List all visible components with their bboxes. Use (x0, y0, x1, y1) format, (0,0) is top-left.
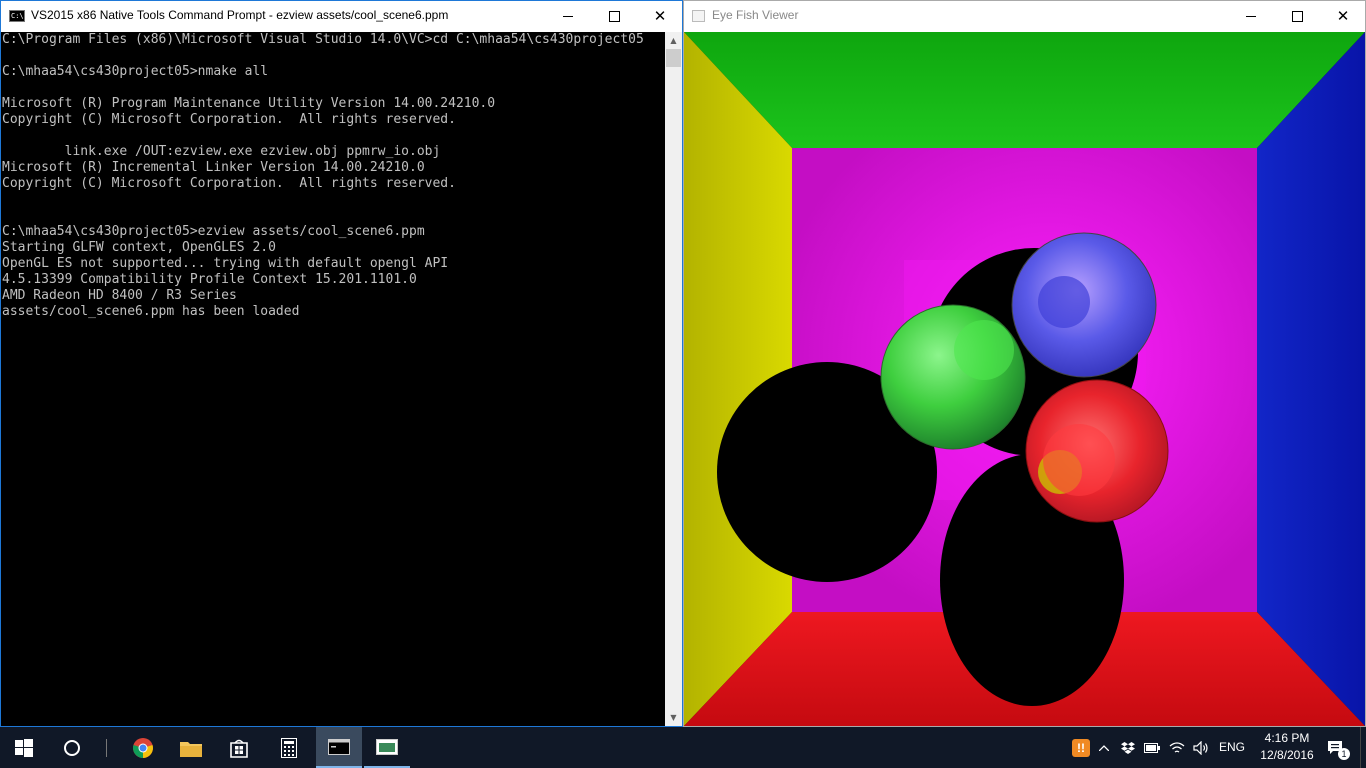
console-line: Microsoft (R) Program Maintenance Utilit… (2, 96, 496, 111)
cmd-minimize-button[interactable] (545, 1, 591, 32)
taskbar-app-eye-fish-viewer[interactable] (364, 727, 410, 768)
notification-count-badge: 1 (1338, 748, 1350, 760)
console-line: AMD Radeon HD 8400 / R3 Series (2, 288, 237, 303)
viewer-maximize-button[interactable] (1274, 1, 1320, 32)
windows-logo-icon (15, 738, 33, 757)
console-line: Microsoft (R) Incremental Linker Version… (2, 160, 425, 175)
close-icon: ✕ (1336, 7, 1350, 25)
red-sphere-highlight (1043, 424, 1115, 496)
cmd-window-title: VS2015 x86 Native Tools Command Prompt -… (31, 8, 449, 22)
command-prompt-window[interactable]: C:\ VS2015 x86 Native Tools Command Prom… (0, 0, 683, 727)
warning-badge-icon: !! (1072, 738, 1090, 757)
console-line: Copyright (C) Microsoft Corporation. All… (2, 176, 456, 191)
cmd-close-button[interactable]: ✕ (637, 1, 683, 32)
folder-icon (180, 741, 202, 757)
cortana-circle-icon (64, 739, 80, 756)
speaker-icon (1193, 740, 1208, 755)
scroll-up-arrow-icon[interactable]: ▲ (665, 32, 682, 49)
console-line: Starting GLFW context, OpenGLES 2.0 (2, 240, 276, 255)
green-sphere-highlight (954, 320, 1014, 380)
console-line: C:\mhaa54\cs430project05>ezview assets/c… (2, 224, 425, 239)
console-line: assets/cool_scene6.ppm has been loaded (2, 304, 300, 319)
maximize-icon (608, 11, 620, 22)
viewer-minimize-button[interactable] (1228, 1, 1274, 32)
scrollbar-thumb[interactable] (666, 49, 681, 67)
viewer-close-button[interactable]: ✕ (1320, 1, 1366, 32)
show-hidden-icons-button[interactable] (1096, 727, 1112, 768)
taskbar-app-store[interactable] (216, 727, 262, 768)
console-line: link.exe /OUT:ezview.exe ezview.obj ppmr… (2, 144, 441, 159)
clock-date[interactable]: 12/8/2016 (1256, 748, 1318, 762)
cmd-maximize-button[interactable] (591, 1, 637, 32)
taskbar-app-file-explorer[interactable] (168, 727, 214, 768)
console-line: C:\Program Files (x86)\Microsoft Visual … (2, 32, 644, 47)
viewer-titlebar[interactable]: Eye Fish Viewer ✕ (684, 1, 1365, 32)
console-line: OpenGL ES not supported... trying with d… (2, 256, 449, 271)
viewer-window-title: Eye Fish Viewer (712, 8, 799, 22)
app-window-icon (376, 738, 398, 755)
tray-battery[interactable] (1142, 727, 1162, 768)
close-icon: ✕ (653, 7, 667, 25)
cortana-search-button[interactable] (48, 727, 96, 768)
right-wall (1257, 32, 1365, 726)
cmd-icon (328, 738, 350, 755)
tray-notification-app[interactable]: !! (1068, 727, 1094, 768)
wifi-icon (1169, 741, 1185, 753)
minimize-icon (1246, 16, 1256, 17)
blue-sphere-reflection (1038, 276, 1090, 328)
battery-icon (1144, 742, 1160, 753)
console-line: C:\mhaa54\cs430project05>nmake all (2, 64, 269, 79)
tray-volume[interactable] (1190, 727, 1212, 768)
taskbar: !! ENG 4:16 PM 12/8/2016 1 (0, 727, 1366, 768)
show-desktop-button[interactable] (1360, 727, 1366, 768)
minimize-icon (563, 16, 573, 17)
app-window-icon[interactable] (692, 10, 705, 22)
chevron-up-icon (1099, 744, 1109, 751)
clock-time[interactable]: 4:16 PM (1262, 731, 1312, 745)
top-wall (684, 32, 1365, 148)
action-center-button[interactable]: 1 (1322, 727, 1350, 768)
start-button[interactable] (0, 727, 48, 768)
maximize-icon (1291, 11, 1303, 22)
scroll-down-arrow-icon[interactable]: ▼ (665, 709, 682, 726)
vertical-scrollbar[interactable]: ▲ ▼ (665, 32, 682, 726)
taskbar-app-calculator[interactable] (266, 727, 312, 768)
cmd-window-icon[interactable]: C:\ (9, 10, 25, 22)
console-line: Copyright (C) Microsoft Corporation. All… (2, 112, 456, 127)
console-line: 4.5.13399 Compatibility Profile Context … (2, 272, 417, 287)
eye-fish-viewer-window[interactable]: Eye Fish Viewer ✕ (683, 0, 1366, 727)
chrome-icon (133, 737, 153, 758)
console-output[interactable]: C:\Program Files (x86)\Microsoft Visual … (1, 32, 665, 726)
dropbox-icon (1121, 741, 1135, 754)
calculator-icon (281, 737, 297, 758)
input-language-indicator[interactable]: ENG (1219, 740, 1245, 754)
cmd-titlebar[interactable]: C:\ VS2015 x86 Native Tools Command Prom… (1, 1, 682, 32)
task-view-divider (96, 727, 116, 768)
taskbar-app-chrome[interactable] (120, 727, 166, 768)
taskbar-app-command-prompt[interactable] (316, 727, 362, 768)
rendered-scene-canvas[interactable] (684, 32, 1365, 726)
green-sphere (880, 304, 1026, 450)
tray-network[interactable] (1166, 727, 1188, 768)
tray-dropbox[interactable] (1118, 727, 1138, 768)
store-icon (230, 739, 248, 758)
